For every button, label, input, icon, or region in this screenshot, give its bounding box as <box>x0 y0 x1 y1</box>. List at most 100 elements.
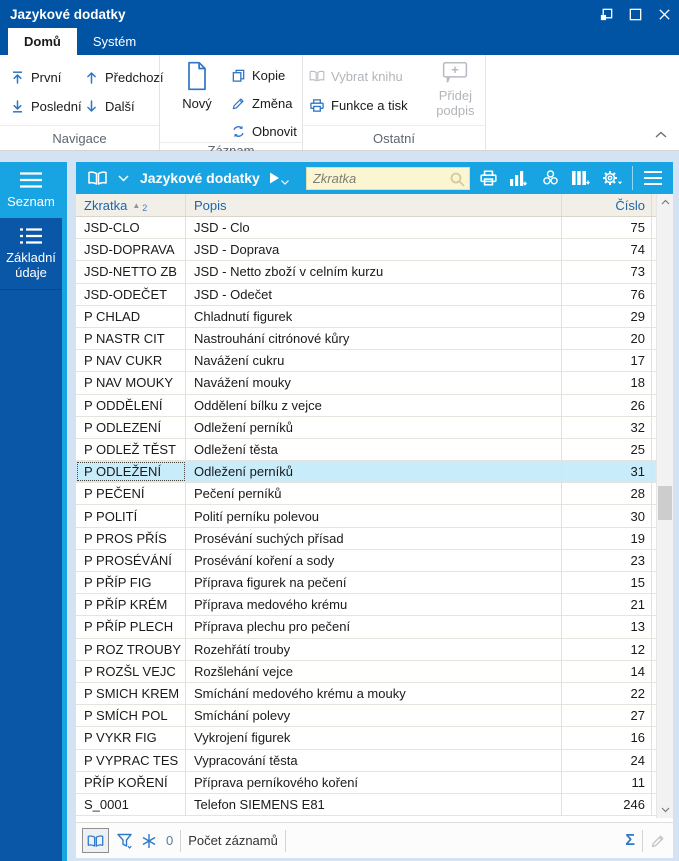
table-row[interactable]: P PŘÍP KRÉM Příprava medového krému 21 <box>76 594 673 617</box>
print-button[interactable] <box>475 165 501 191</box>
cell-zkratka: P NASTR CIT <box>76 327 186 350</box>
change-button[interactable]: Změna <box>231 92 297 114</box>
arrow-up-bar-icon <box>13 70 22 84</box>
table-row[interactable]: JSD-NETTO ZB JSD - Netto zboží v celním k… <box>76 261 673 284</box>
table-row[interactable]: JSD-DOPRAVA JSD - Doprava 74 <box>76 239 673 262</box>
table-row[interactable]: P ODLEZENÍ Odležení perníků 32 <box>76 416 673 439</box>
copy-button[interactable]: Kopie <box>231 64 297 86</box>
table-row[interactable]: P PEČENÍ Pečení perníků 28 <box>76 483 673 506</box>
titlebar: Jazykové dodatky <box>0 0 679 28</box>
first-button[interactable]: První <box>10 66 84 88</box>
previous-button[interactable]: Předchozí <box>84 66 170 88</box>
cell-popis: Prosévání koření a sody <box>186 549 562 571</box>
last-button[interactable]: Poslední <box>10 95 84 117</box>
cell-zkratka: P ODLEŽ TĚST <box>76 438 186 461</box>
table-row[interactable]: PŘÍP KOŘENÍ Příprava perníkového koření 11 <box>76 771 673 794</box>
cell-popis: Prosévání suchých přísad <box>186 527 562 549</box>
table-row[interactable]: S_0001 Telefon SIEMENS E81 246 <box>76 793 673 817</box>
table-row[interactable]: P PŘÍP PLECH Příprava plechu pro pečení 13 <box>76 616 673 639</box>
table-row[interactable]: P POLITÍ Polití perníku polevou 30 <box>76 505 673 528</box>
cell-cislo: 18 <box>562 372 652 394</box>
restore-icon <box>600 8 613 20</box>
sidebar-item-zakladni-udaje[interactable]: Základní údaje <box>0 218 62 290</box>
cell-popis: Rozšlehání vejce <box>186 660 562 682</box>
table-row[interactable]: P ROZŠL VEJC Rozšlehání vejce 14 <box>76 660 673 683</box>
table-row[interactable]: P CHLAD Chladnutí figurek 29 <box>76 305 673 328</box>
close-button[interactable] <box>650 0 679 28</box>
column-header-cislo[interactable]: Číslo <box>562 194 652 216</box>
tab-system[interactable]: Systém <box>77 28 152 55</box>
scroll-up-button[interactable] <box>657 194 673 210</box>
copy-icon <box>232 69 245 82</box>
frozen-filter-button[interactable] <box>141 833 157 849</box>
maximize-button[interactable] <box>621 0 650 28</box>
analysis-button[interactable] <box>537 165 563 191</box>
next-button[interactable]: Další <box>84 95 170 117</box>
maximize-icon <box>629 8 642 20</box>
table-row[interactable]: P VYKR FIG Vykrojení figurek 16 <box>76 727 673 750</box>
cell-cislo: 24 <box>562 749 652 771</box>
column-header-popis-label: Popis <box>194 197 227 213</box>
refresh-button[interactable]: Obnovit <box>231 120 297 142</box>
table-row[interactable]: P NAV MOUKY Navážení mouky 18 <box>76 372 673 395</box>
restore-button[interactable] <box>592 0 621 28</box>
scroll-down-button[interactable] <box>657 802 673 818</box>
pencil-icon <box>232 97 244 109</box>
column-header-popis[interactable]: Popis <box>186 194 562 216</box>
cell-popis: JSD - Odečet <box>186 283 562 305</box>
vertical-scrollbar[interactable] <box>656 194 673 818</box>
table-row[interactable]: P PROS PŘÍS Prosévání suchých přísad 19 <box>76 527 673 550</box>
columns-button[interactable] <box>568 165 594 191</box>
columns-icon <box>571 171 590 185</box>
table-row[interactable]: P NAV CUKR Navážení cukru 17 <box>76 350 673 373</box>
table-row[interactable]: P NASTR CIT Nastrouhání citrónové kůry 20 <box>76 327 673 351</box>
book-view-toggle[interactable] <box>82 828 109 853</box>
ribbon-filler <box>486 55 679 150</box>
sum-button[interactable]: Σ <box>625 832 635 850</box>
add-signature-button[interactable]: Přidej podpis <box>426 55 485 125</box>
cell-popis: JSD - Netto zboží v celním kurzu <box>186 261 562 283</box>
table-row[interactable]: JSD-CLO JSD - Clo 75 <box>76 217 673 240</box>
table-row[interactable]: P PROSÉVÁNÍ Prosévání koření a sody 23 <box>76 549 673 572</box>
table-row[interactable]: P SMICH KREM Smíchání medového krému a mo… <box>76 682 673 706</box>
cell-cislo: 22 <box>562 682 652 705</box>
search-icon <box>450 172 465 187</box>
list-dropdown-button[interactable] <box>115 165 131 191</box>
refresh-label: Obnovit <box>252 123 297 139</box>
column-header-zkratka-label: Zkratka <box>84 197 128 213</box>
column-header-zkratka[interactable]: Zkratka ▲ 2 <box>76 194 186 216</box>
list-toolbar: Jazykové dodatky <box>76 162 673 194</box>
cell-zkratka: P POLITÍ <box>76 505 186 527</box>
ribbon-group-zaznam: Nový Kopie Změna Obnovit <box>160 55 303 158</box>
scrollbar-thumb[interactable] <box>658 486 672 520</box>
edit-button[interactable] <box>650 833 666 849</box>
new-button[interactable]: Nový <box>173 60 221 142</box>
cell-zkratka: P PŘÍP PLECH <box>76 616 186 638</box>
table-row[interactable]: P VYPRAC TES Vypracování těsta 24 <box>76 749 673 772</box>
filter-button[interactable] <box>116 832 134 850</box>
table-row[interactable]: P PŘÍP FIG Příprava figurek na pečení 15 <box>76 572 673 595</box>
cell-popis: Příprava figurek na pečení <box>186 572 562 594</box>
table-row[interactable]: JSD-ODEČET JSD - Odečet 76 <box>76 283 673 306</box>
menu-button[interactable] <box>640 165 666 191</box>
sidebar-item-seznam[interactable]: Seznam <box>0 162 62 218</box>
records-count-label[interactable]: Počet záznamů <box>188 833 278 848</box>
table-row[interactable]: P SMÍCH POL Smíchání polevy 27 <box>76 705 673 728</box>
collapse-ribbon-button[interactable] <box>655 125 667 143</box>
chevron-up-icon <box>661 199 669 205</box>
cell-cislo: 20 <box>562 327 652 350</box>
search-input[interactable] <box>306 170 470 186</box>
run-filter-button[interactable] <box>269 172 289 185</box>
cell-cislo: 11 <box>562 771 652 793</box>
functions-print-button[interactable]: Funkce a tisk <box>309 94 424 116</box>
table-row[interactable]: P ODLEŽ TĚST Odležení těsta 25 <box>76 438 673 462</box>
table-row[interactable]: P ROZ TROUBY Rozehřátí trouby 12 <box>76 638 673 661</box>
settings-button[interactable] <box>599 165 625 191</box>
book-menu-button[interactable] <box>84 165 110 191</box>
select-book-button[interactable]: Vybrat knihu <box>309 65 424 87</box>
status-bar: 0 Počet záznamů Σ <box>76 822 673 858</box>
tab-domu[interactable]: Domů <box>8 28 77 55</box>
table-row[interactable]: P ODDĚLENÍ Oddělení bílku z vejce 26 <box>76 394 673 417</box>
chart-button[interactable] <box>506 165 532 191</box>
table-row[interactable]: P ODLEŽENÍ Odležení perníků 31 <box>76 461 673 484</box>
